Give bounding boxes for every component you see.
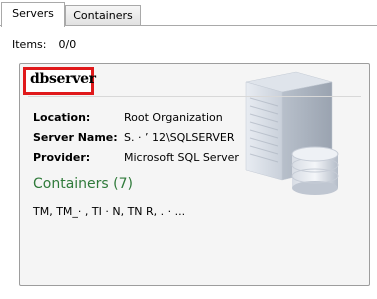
property-value: Microsoft SQL Server — [124, 151, 239, 164]
items-count: 0/0 — [58, 38, 77, 51]
property-key: Location: — [33, 111, 91, 124]
property-location: Location: Root Organization — [33, 111, 223, 125]
containers-list: TM, TM_· , TI · N, TN R, . · ... — [33, 205, 186, 218]
containers-heading[interactable]: Containers (7) — [33, 176, 133, 192]
property-key: Provider: — [33, 151, 91, 164]
items-label: Items: — [12, 38, 47, 51]
tab-containers[interactable]: Containers — [65, 5, 141, 26]
servers-window: Servers Containers Items: 0/0 dbserver L… — [0, 0, 377, 299]
property-value: Root Organization — [124, 111, 223, 124]
card-divider — [28, 96, 361, 97]
property-server-name: Server Name: S. · ’ 12\SQLSERVER — [33, 131, 235, 145]
property-value: S. · ’ 12\SQLSERVER — [124, 131, 235, 144]
property-provider: Provider: Microsoft SQL Server — [33, 151, 239, 165]
property-key: Server Name: — [33, 131, 118, 144]
database-server-icon — [245, 71, 339, 195]
server-title: dbserver — [30, 71, 96, 87]
items-summary: Items: 0/0 — [12, 38, 76, 51]
server-card[interactable]: dbserver Location: Root Organization Serv… — [19, 63, 370, 286]
tab-servers[interactable]: Servers — [1, 2, 65, 27]
